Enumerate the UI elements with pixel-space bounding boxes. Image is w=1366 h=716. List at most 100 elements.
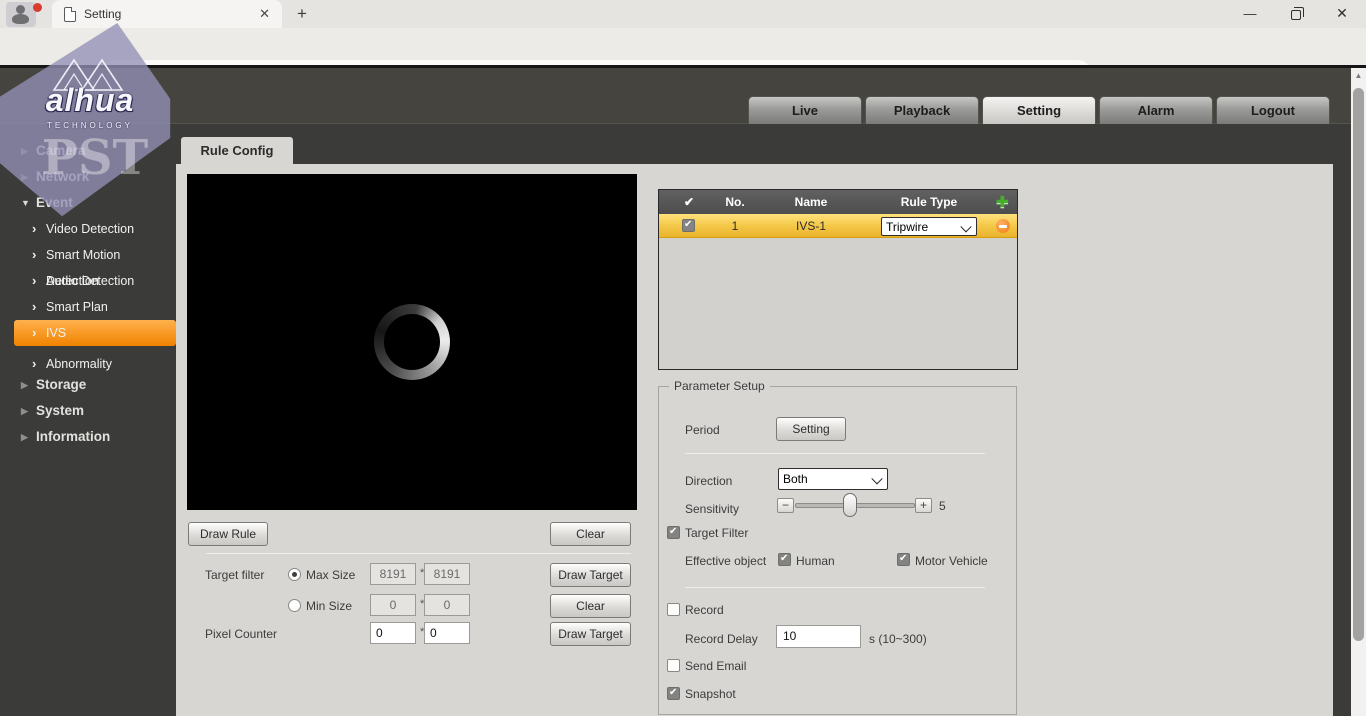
sensitivity-value: 5: [939, 499, 946, 513]
snapshot-checkbox[interactable]: [667, 687, 680, 700]
period-setting-button[interactable]: Setting: [776, 417, 846, 441]
min-size-radio[interactable]: [288, 599, 301, 612]
rule-table: ✔ No. Name Rule Type ✚ 1 IVS-1 Tripwire: [658, 189, 1018, 370]
motor-vehicle-label: Motor Vehicle: [915, 554, 988, 568]
record-delay-unit: s (10~300): [869, 632, 927, 646]
max-size-width-field[interactable]: 8191: [370, 563, 416, 585]
motor-vehicle-checkbox[interactable]: [897, 553, 910, 566]
effective-object-label: Effective object: [685, 554, 767, 568]
tab-close-icon[interactable]: ✕: [255, 5, 274, 23]
draw-target-max-button[interactable]: Draw Target: [550, 563, 631, 587]
content-panel: Draw Rule Clear Target filter Max Size 8…: [176, 164, 1333, 716]
snapshot-label: Snapshot: [685, 687, 736, 701]
rule-name: IVS-1: [795, 219, 826, 233]
tab-rule-config[interactable]: Rule Config: [181, 137, 293, 164]
max-size-label: Max Size: [306, 568, 356, 582]
clear-target-button[interactable]: Clear: [550, 594, 631, 618]
expand-arrow-icon: ▼: [21, 198, 30, 208]
pixel-counter-width-field[interactable]: 0: [370, 622, 416, 644]
delete-rule-icon[interactable]: [996, 219, 1010, 233]
sidebar-item-network[interactable]: ▶ Network: [0, 164, 176, 190]
period-label: Period: [685, 423, 720, 437]
nav-logout-button[interactable]: Logout: [1216, 96, 1330, 124]
divider: [206, 553, 631, 554]
nav-playback-button[interactable]: Playback: [865, 96, 979, 124]
pixel-counter-height-field[interactable]: 0: [424, 622, 470, 644]
sensitivity-plus-button[interactable]: +: [915, 498, 932, 513]
scrollbar-up-icon[interactable]: ▲: [1351, 68, 1366, 84]
sidebar-item-camera[interactable]: ▶ Camera: [0, 138, 176, 164]
sub-arrow-icon: ›: [32, 221, 37, 236]
page-favicon-icon: [64, 6, 76, 22]
video-preview[interactable]: [187, 174, 637, 510]
collapse-arrow-icon: ▶: [21, 172, 28, 182]
max-size-height-field[interactable]: 8191: [424, 563, 470, 585]
sidebar-item-event[interactable]: ▼ Event: [0, 190, 176, 216]
direction-select[interactable]: Both: [778, 468, 888, 490]
record-label: Record: [685, 603, 724, 617]
browser-profile-avatar[interactable]: [6, 2, 42, 27]
add-rule-icon[interactable]: ✚: [996, 193, 1009, 211]
target-filter-label: Target filter: [205, 568, 265, 582]
sidebar-item-audio-detection[interactable]: › Audio Detection: [0, 268, 176, 294]
nav-alarm-button[interactable]: Alarm: [1099, 96, 1213, 124]
divider: [685, 587, 985, 588]
clear-rule-button[interactable]: Clear: [550, 522, 631, 546]
direction-dropdown[interactable]: Both: [778, 468, 888, 490]
header-rule-type: Rule Type: [900, 195, 958, 209]
record-delay-field[interactable]: 10: [776, 625, 861, 648]
sidebar-item-smart-plan[interactable]: › Smart Plan: [0, 294, 176, 320]
draw-rule-button[interactable]: Draw Rule: [188, 522, 268, 546]
direction-label: Direction: [685, 474, 733, 488]
nav-live-button[interactable]: Live: [748, 96, 862, 124]
min-size-height-field[interactable]: 0: [424, 594, 470, 616]
tab-title: Setting: [84, 7, 122, 21]
sidebar-item-smart-motion-detection[interactable]: › Smart Motion Detection: [0, 242, 176, 288]
rule-no: 1: [731, 219, 739, 233]
rule-enable-checkbox[interactable]: [682, 219, 695, 232]
parameter-setup-legend: Parameter Setup: [669, 379, 770, 393]
window-minimize-button[interactable]: —: [1228, 0, 1272, 28]
rule-type-dropdown[interactable]: Tripwire: [881, 217, 977, 236]
browser-tab[interactable]: Setting ✕: [52, 0, 282, 28]
sub-arrow-icon: ›: [32, 299, 37, 314]
target-filter-checkbox[interactable]: [667, 526, 680, 539]
sub-arrow-icon: ›: [32, 273, 37, 288]
header-name: Name: [794, 195, 828, 209]
header-no: No.: [725, 195, 745, 209]
sensitivity-slider-thumb[interactable]: [843, 493, 857, 517]
parameter-setup-group: Parameter Setup Period Setting Direction…: [658, 379, 1017, 715]
record-checkbox[interactable]: [667, 603, 680, 616]
collapse-arrow-icon: ▶: [21, 432, 28, 442]
new-tab-button[interactable]: +: [290, 3, 314, 25]
max-size-radio[interactable]: [288, 568, 301, 581]
dahua-page: Live Playback Setting Alarm Logout ▶ Cam…: [0, 65, 1366, 716]
loading-spinner-icon: [374, 304, 450, 380]
rule-table-header: ✔ No. Name Rule Type ✚: [659, 190, 1017, 214]
sensitivity-minus-button[interactable]: −: [777, 498, 794, 513]
rule-table-row[interactable]: 1 IVS-1 Tripwire: [659, 214, 1017, 238]
scrollbar-thumb[interactable]: [1353, 88, 1364, 641]
rule-type-select[interactable]: Tripwire: [881, 217, 977, 236]
collapse-arrow-icon: ▶: [21, 380, 28, 390]
sidebar-item-system[interactable]: ▶ System: [0, 398, 176, 424]
page-scrollbar[interactable]: ▲: [1351, 68, 1366, 716]
send-email-label: Send Email: [685, 659, 747, 673]
human-checkbox[interactable]: [778, 553, 791, 566]
app-root: Setting ✕ + — ✕ ← ⟳ ! 不安全 | 192.168.1.10…: [0, 0, 1366, 716]
restore-icon: [1291, 7, 1304, 20]
send-email-checkbox[interactable]: [667, 659, 680, 672]
min-size-width-field[interactable]: 0: [370, 594, 416, 616]
window-restore-button[interactable]: [1274, 0, 1318, 28]
sidebar-item-information[interactable]: ▶ Information: [0, 424, 176, 450]
window-close-button[interactable]: ✕: [1320, 0, 1364, 28]
avatar-body: [12, 14, 29, 24]
browser-addressbar: ← ⟳ ! 不安全 | 192.168.1.108 A⁾ ☆ e ⋯: [0, 28, 1366, 89]
human-label: Human: [796, 554, 835, 568]
draw-target-pixel-button[interactable]: Draw Target: [550, 622, 631, 646]
nav-setting-button[interactable]: Setting: [982, 96, 1096, 124]
sidebar-item-storage[interactable]: ▶ Storage: [0, 372, 176, 398]
sub-arrow-icon: ›: [32, 325, 37, 340]
sidebar-item-ivs[interactable]: › IVS: [14, 320, 176, 346]
sidebar-item-video-detection[interactable]: › Video Detection: [0, 216, 176, 242]
